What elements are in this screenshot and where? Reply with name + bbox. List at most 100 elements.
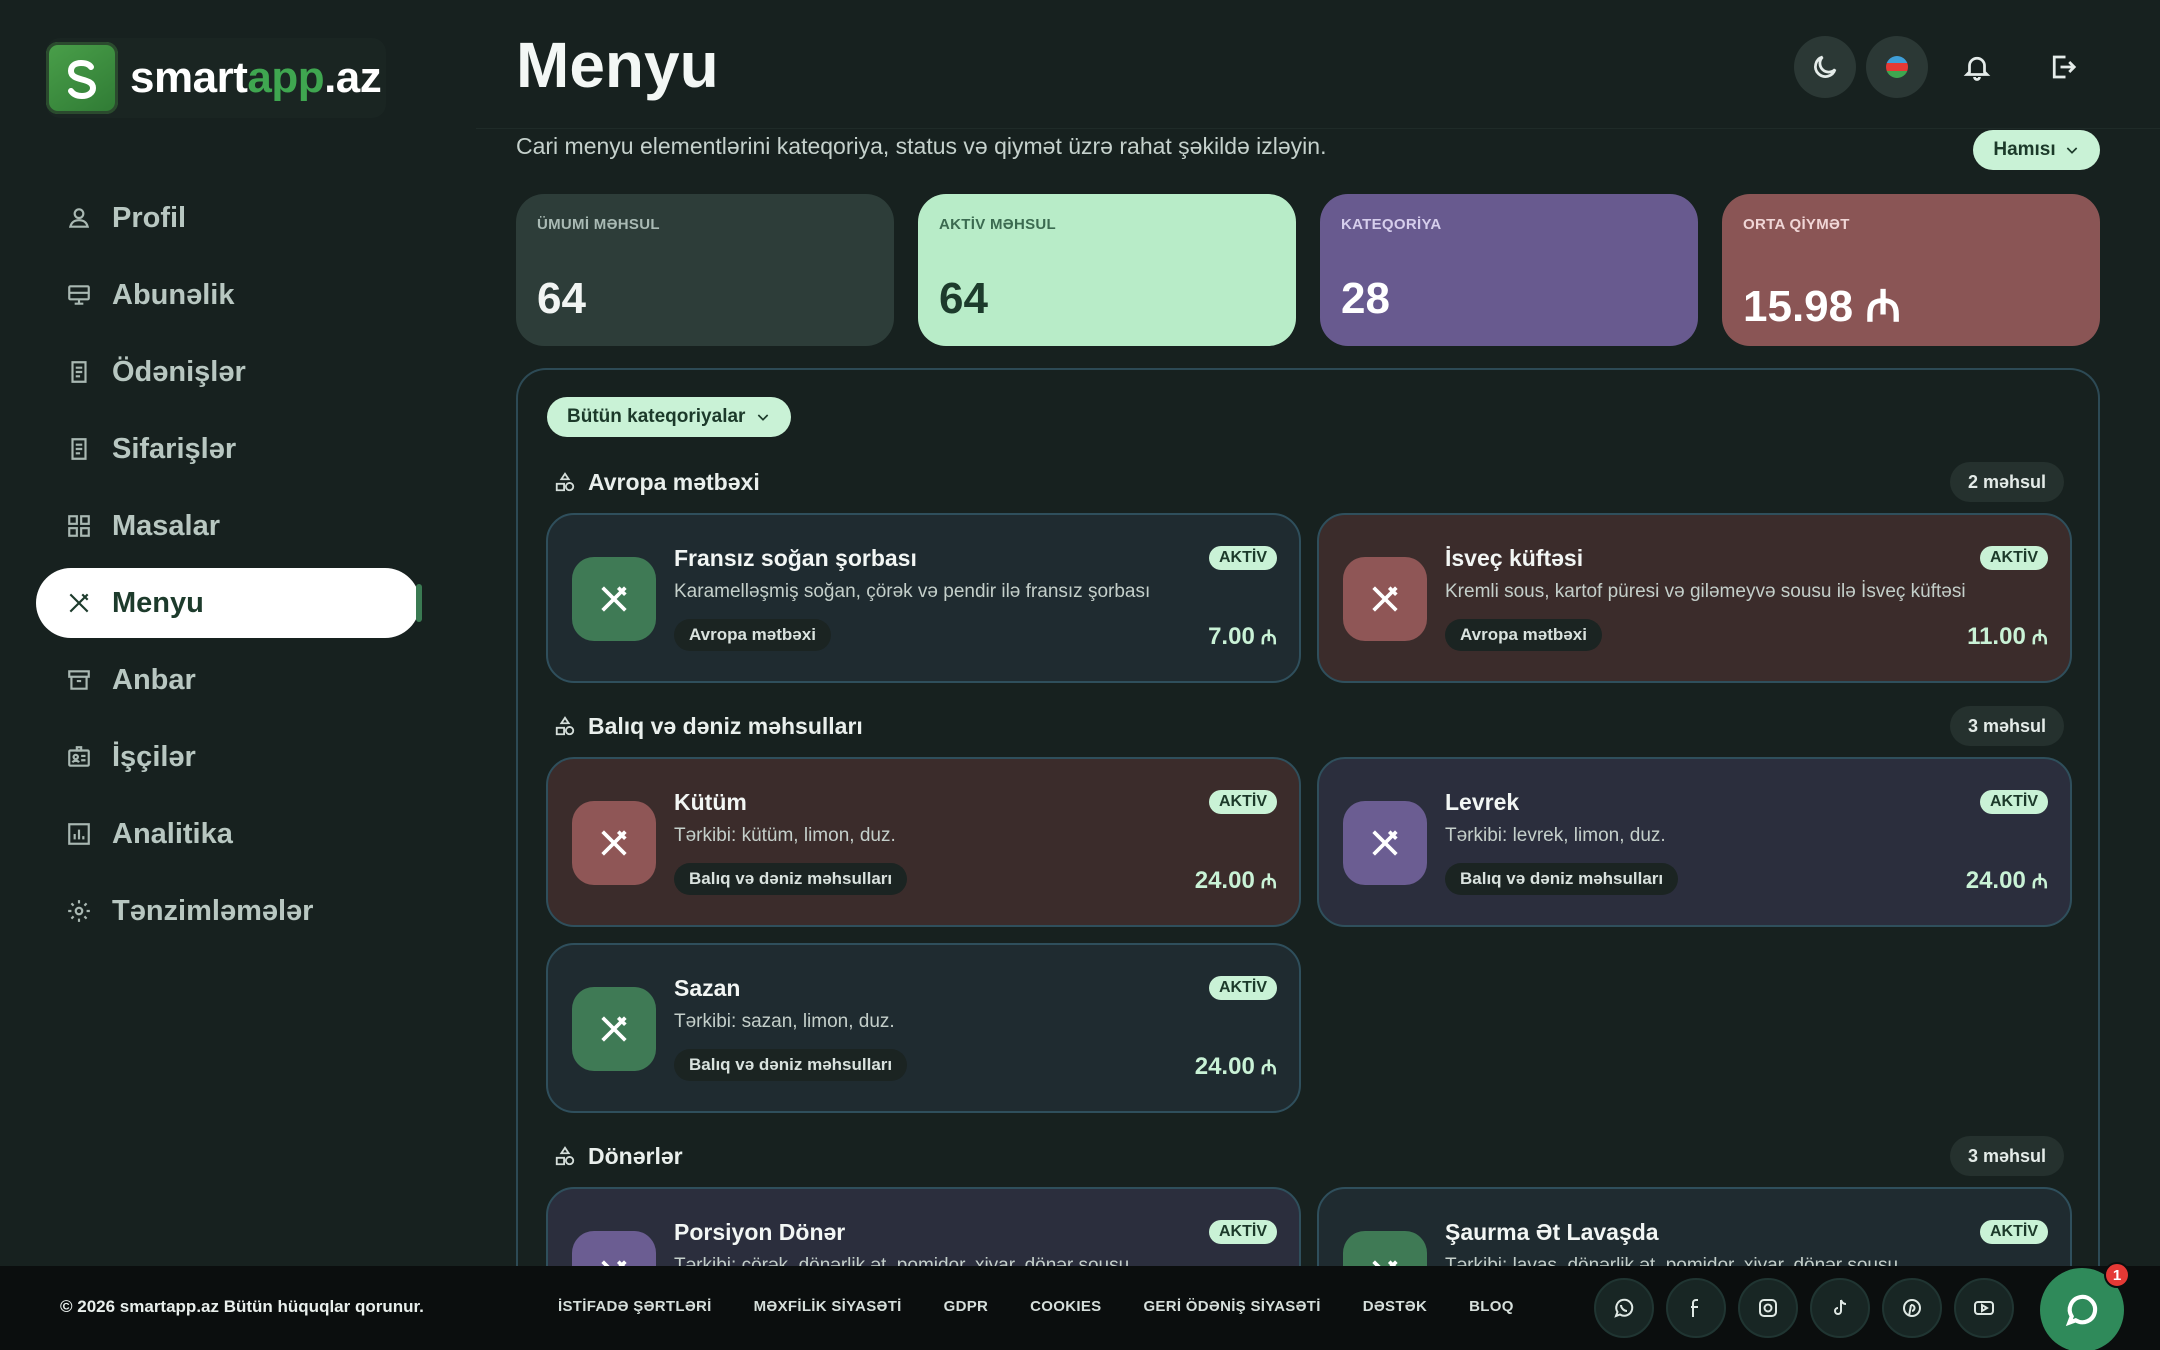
utensils-icon <box>1343 801 1427 885</box>
logo-mark-icon <box>46 42 118 114</box>
menu-item-card[interactable]: İsveç küftəsi Kremli sous, kartof püresi… <box>1317 513 2072 683</box>
section-count-badge: 3 məhsul <box>1949 706 2064 746</box>
sidebar-item-profil[interactable]: Profil <box>36 183 420 253</box>
sidebar-item-iscilar[interactable]: İşçilər <box>36 722 420 792</box>
logout-button[interactable] <box>2032 36 2094 98</box>
item-price: 7.00 ₼ <box>1208 623 1277 651</box>
sidebar-item-label: Sifarişlər <box>112 432 237 465</box>
item-name: Sazan <box>674 975 741 1001</box>
sidebar-item-sifarisler[interactable]: Sifarişlər <box>36 414 420 484</box>
currency-symbol: ₼ <box>1260 871 1277 893</box>
sidebar-nav: Profil Abunəlik Ödənişlər Sifarişlər Mas… <box>36 183 422 953</box>
stat-card-categories: KATEQORİYA 28 <box>1320 194 1698 346</box>
brand-logo[interactable]: smartapp.az <box>46 38 386 118</box>
theme-toggle-button[interactable] <box>1794 36 1856 98</box>
whatsapp-icon[interactable] <box>1594 1278 1654 1338</box>
page-subtitle: Cari menyu elementlərini kateqoriya, sta… <box>516 133 1327 159</box>
sidebar-item-label: Analitika <box>112 817 233 850</box>
footer-link-gdpr[interactable]: GDPR <box>944 1298 989 1315</box>
stat-value: 15.98 ₼ <box>1743 282 1901 331</box>
menu-item-card[interactable]: Levrek Tərkibi: levrek, limon, duz. Balı… <box>1317 757 2072 927</box>
sidebar-item-label: İşçilər <box>112 740 196 773</box>
section-count-badge: 3 məhsul <box>1949 1136 2064 1176</box>
sidebar-item-masalar[interactable]: Masalar <box>36 491 420 561</box>
item-name: Fransız soğan şorbası <box>674 545 917 571</box>
item-name: Porsiyon Dönər <box>674 1219 846 1245</box>
item-description: Tərkibi: kütüm, limon, duz. <box>674 825 896 846</box>
sidebar-item-odenisler[interactable]: Ödənişlər <box>36 337 420 407</box>
currency-symbol: ₼ <box>2031 627 2048 649</box>
section-count-badge: 2 məhsul <box>1949 462 2064 502</box>
chevron-down-icon <box>2066 147 2077 154</box>
moon-icon <box>1814 55 1837 78</box>
id-card-icon <box>66 744 92 770</box>
category-icon <box>554 471 576 493</box>
language-button[interactable] <box>1866 36 1928 98</box>
section-header: Balıq və dəniz məhsulları 3 məhsul <box>554 706 2064 746</box>
sidebar-item-label: Abunəlik <box>112 278 235 311</box>
footer-link-blog[interactable]: BLOQ <box>1469 1298 1514 1315</box>
stat-label: ORTA QİYMƏT <box>1743 216 1850 233</box>
section-title: Avropa mətbəxi <box>588 468 760 495</box>
footer-link-terms[interactable]: İSTİFADƏ ŞƏRTLƏRİ <box>558 1298 712 1315</box>
menu-item-card[interactable]: Fransız soğan şorbası Karamelləşmiş soğa… <box>546 513 1301 683</box>
menu-item-card[interactable]: Sazan Tərkibi: sazan, limon, duz. Balıq … <box>546 943 1301 1113</box>
item-price: 24.00 ₼ <box>1195 867 1277 895</box>
item-description: Karamelləşmiş soğan, çörək və pendir ilə… <box>674 581 1151 602</box>
sidebar-item-label: Anbar <box>112 663 196 696</box>
stat-label: ÜMUMİ MƏHSUL <box>537 216 660 233</box>
menu-item-card[interactable]: Kütüm Tərkibi: kütüm, limon, duz. Balıq … <box>546 757 1301 927</box>
currency-symbol: ₼ <box>1260 627 1277 649</box>
footer-link-cookies[interactable]: COOKIES <box>1030 1298 1101 1315</box>
item-name: Şaurma Ət Lavaşda <box>1445 1219 1659 1245</box>
instagram-icon[interactable] <box>1738 1278 1798 1338</box>
price-value: 11.00 <box>1967 623 2026 650</box>
currency-symbol: ₼ <box>1260 1057 1277 1079</box>
stat-card-average-price: ORTA QİYMƏT 15.98 ₼ <box>1722 194 2100 346</box>
sidebar-item-tenzimlemeler[interactable]: Tənzimləmələr <box>36 876 420 946</box>
facebook-icon[interactable] <box>1666 1278 1726 1338</box>
footer-link-refund[interactable]: GERİ ÖDƏNİŞ SİYASƏTİ <box>1143 1298 1320 1315</box>
utensils-icon <box>572 801 656 885</box>
status-badge: AKTİV <box>1980 546 2048 570</box>
price-value: 7.00 <box>1208 623 1255 650</box>
receipt-icon <box>66 359 92 385</box>
azerbaijan-flag-icon <box>1886 56 1908 78</box>
currency-symbol: ₼ <box>2031 871 2048 893</box>
sidebar-item-analitika[interactable]: Analitika <box>36 799 420 869</box>
orders-icon <box>66 436 92 462</box>
item-description: Kremli sous, kartof püresi və giləmeyvə … <box>1445 581 1966 602</box>
footer-link-support[interactable]: DƏSTƏK <box>1363 1298 1427 1315</box>
brand-name: smartapp.az <box>130 53 382 102</box>
item-price: 24.00 ₼ <box>1195 1053 1277 1081</box>
status-filter-label: Hamısı <box>1993 139 2056 160</box>
sidebar-item-abunelik[interactable]: Abunəlik <box>36 260 420 330</box>
status-badge: AKTİV <box>1980 1220 2048 1244</box>
youtube-icon[interactable] <box>1954 1278 2014 1338</box>
item-description: Tərkibi: levrek, limon, duz. <box>1445 825 1666 846</box>
sidebar: smartapp.az Profil Abunəlik Ödənişlər Si… <box>0 0 476 1266</box>
status-badge: AKTİV <box>1980 790 2048 814</box>
utensils-icon <box>572 987 656 1071</box>
menu-item-card[interactable]: Porsiyon Dönər Tərkibi: çörək, dönərlik … <box>546 1187 1301 1268</box>
section-header: Dönərlər 3 məhsul <box>554 1136 2064 1176</box>
stat-value: 28 <box>1341 274 1390 323</box>
stat-label: KATEQORİYA <box>1341 216 1442 233</box>
sidebar-item-label: Profil <box>112 201 187 234</box>
sidebar-item-anbar[interactable]: Anbar <box>36 645 420 715</box>
category-icon <box>554 1145 576 1167</box>
section-title: Dönərlər <box>588 1142 683 1169</box>
menu-item-card[interactable]: Şaurma Ət Lavaşda Tərkibi: lavaş, dönərl… <box>1317 1187 2072 1268</box>
header-divider <box>476 128 2160 129</box>
stat-label: AKTİV MƏHSUL <box>939 216 1056 233</box>
tiktok-icon[interactable] <box>1810 1278 1870 1338</box>
pinterest-icon[interactable] <box>1882 1278 1942 1338</box>
stat-value: 64 <box>939 274 988 323</box>
utensils-icon <box>572 1231 656 1268</box>
price-value: 24.00 <box>1194 1053 1255 1080</box>
notifications-button[interactable] <box>1946 36 2008 98</box>
status-filter-dropdown[interactable]: Hamısı <box>1973 130 2100 170</box>
sidebar-item-menyu[interactable]: Menyu <box>36 568 422 638</box>
footer-link-privacy[interactable]: MƏXFİLİK SİYASƏTİ <box>754 1298 902 1315</box>
category-filter-dropdown[interactable]: Bütün kateqoriyalar <box>547 397 792 437</box>
